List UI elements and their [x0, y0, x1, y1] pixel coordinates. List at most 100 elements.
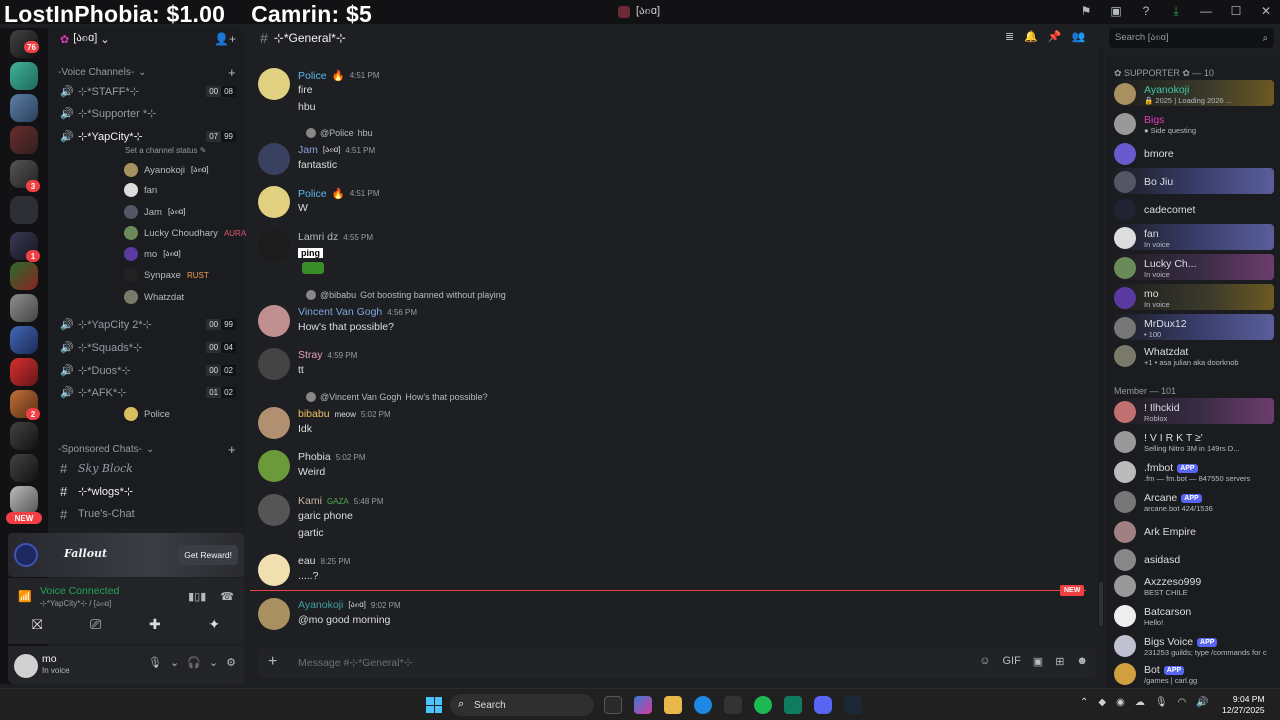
text-channel-trues-chat[interactable]: # True's-Chat [56, 504, 242, 524]
sticker-icon[interactable]: ▣ [1033, 655, 1043, 668]
avatar[interactable] [258, 554, 290, 586]
server-icon-6[interactable] [10, 262, 38, 290]
set-channel-status[interactable]: Set a channel status ✎ [125, 146, 206, 155]
server-icon-3[interactable] [10, 126, 38, 154]
member-item[interactable]: mo In voice [1112, 284, 1274, 310]
avatar[interactable] [258, 494, 290, 526]
member-item[interactable]: Bigs Voice APP 231253 guilds; type /comman… [1112, 632, 1274, 658]
avatar[interactable] [258, 186, 290, 218]
disconnect-icon[interactable]: ☎ [220, 590, 234, 603]
message-author[interactable]: eau [298, 555, 316, 567]
voice-status[interactable]: Voice Connected [40, 585, 119, 597]
get-reward-button[interactable]: Get Reward! [178, 545, 238, 565]
text-channel-wlogs[interactable]: # ⊹*wlogs*⊹ [56, 481, 242, 501]
category-voice[interactable]: -Voice Channels- ⌄ + [58, 65, 236, 80]
member-item[interactable]: .fmbot APP .fm — fm.bot — 847550 servers [1112, 458, 1274, 484]
member-item[interactable]: Batcarson Hello! [1112, 602, 1274, 628]
add-user-icon[interactable]: 👤+ [214, 32, 236, 46]
voice-channel-afk[interactable]: 🔊 ⊹*AFK*⊹ 01 02 [56, 382, 242, 402]
member-item[interactable]: bmore [1112, 140, 1274, 166]
message-input[interactable]: Message #⊹*General*⊹ [298, 657, 413, 669]
tray-app-icon[interactable]: ◉ [1116, 697, 1125, 708]
reply-preview[interactable]: @Vincent Van Gogh How's that possible? [306, 392, 488, 402]
member-item[interactable]: MrDux12 • 100 [1112, 314, 1274, 340]
sticker-ping[interactable]: ping [298, 245, 328, 279]
member-item[interactable]: Ayanokoji 🔒 2025 | Loading 2026 ... [1112, 80, 1274, 106]
headphones-icon[interactable]: 🎧 [187, 656, 201, 669]
member-item[interactable]: Whatzdat +1 • asa julian aka doorknob [1112, 342, 1274, 368]
discord-icon[interactable] [814, 696, 832, 714]
message-author[interactable]: Police [298, 188, 327, 200]
help-icon[interactable]: ? [1138, 3, 1154, 19]
screen-icon[interactable]: ▣ [1108, 3, 1124, 19]
task-view-icon[interactable] [604, 696, 622, 714]
avatar[interactable] [258, 450, 290, 482]
voice-channel-yapcity2[interactable]: 🔊 ⊹*YapCity 2*⊹ 00 99 [56, 314, 242, 334]
avatar[interactable] [258, 230, 290, 262]
chevron-down-icon[interactable]: ⌄ [209, 656, 218, 669]
voice-channel-squads[interactable]: 🔊 ⊹*Squads*⊹ 00 04 [56, 337, 242, 357]
server-icon-7[interactable] [10, 294, 38, 322]
message-author[interactable]: Police [298, 70, 327, 82]
avatar[interactable] [258, 305, 290, 337]
emoji-icon[interactable]: ☻ [1076, 655, 1088, 668]
avatar[interactable] [258, 407, 290, 439]
gif-icon[interactable]: GIF [1002, 655, 1020, 668]
microphone-icon[interactable]: 🎙 [148, 656, 162, 669]
activities-icon[interactable]: ✚ [149, 616, 161, 633]
gift-icon[interactable]: ☺ [979, 655, 990, 668]
message-author[interactable]: Phobia [298, 451, 331, 463]
member-item[interactable]: asidasd [1112, 546, 1274, 572]
server-icon-2[interactable] [10, 94, 38, 122]
member-item[interactable]: fan In voice [1112, 224, 1274, 250]
member-item[interactable]: Bo Jiu [1112, 168, 1274, 194]
voice-channel-supporter[interactable]: 🔊 ⊹*Supporter *⊹ [56, 103, 242, 123]
member-item[interactable]: Ark Empire [1112, 518, 1274, 544]
volume-icon[interactable]: 🔊 [1196, 697, 1208, 708]
close-icon[interactable]: ✕ [1258, 3, 1274, 19]
avatar[interactable] [258, 68, 290, 100]
message-author[interactable]: Kami [298, 495, 322, 507]
taskbar-search[interactable]: ⌕ Search [450, 694, 594, 716]
minimize-icon[interactable]: — [1198, 3, 1214, 19]
windows-start-icon[interactable] [426, 697, 442, 713]
member-item[interactable]: Bigs ● Side questing [1112, 110, 1274, 136]
wifi-icon[interactable]: ◠ [1178, 697, 1187, 708]
clock[interactable]: 9:04 PM 12/27/2025 [1222, 694, 1265, 716]
message-author[interactable]: Vincent Van Gogh [298, 306, 382, 318]
app-icon[interactable] [724, 696, 742, 714]
member-item[interactable]: Axzzeso999 BEST CHILE [1112, 572, 1274, 598]
avatar[interactable] [258, 143, 290, 175]
add-channel-icon[interactable]: + [228, 65, 236, 80]
waveform-icon[interactable]: ▮▯▮ [188, 590, 206, 603]
avatar[interactable] [14, 654, 38, 678]
member-item[interactable]: Bot APP/games | carl.gg [1112, 660, 1274, 686]
soundboard-icon[interactable]: ✦ [208, 616, 220, 633]
voice-channel-yapcity[interactable]: 🔊 ⊹*YapCity*⊹ 07 99 [56, 126, 242, 146]
message-author[interactable]: bibabu [298, 408, 330, 420]
screen-share-icon[interactable]: ⎚ [90, 616, 101, 633]
tray-app-icon[interactable]: ☁ [1135, 697, 1145, 708]
voice-channel-staff[interactable]: 🔊 ⊹*STAFF*⊹ 00 08 [56, 81, 242, 101]
apps-icon[interactable]: ⊞ [1055, 655, 1064, 668]
chevron-down-icon[interactable]: ⌄ [170, 656, 179, 669]
avatar[interactable] [258, 348, 290, 380]
server-folder[interactable] [10, 196, 38, 224]
tray-app-icon[interactable]: ◆ [1098, 697, 1106, 708]
settings-icon[interactable]: ⚙ [226, 656, 236, 669]
message-author[interactable]: Stray [298, 349, 323, 361]
member-item[interactable]: Arcane APP arcane.bot 424/1536 [1112, 488, 1274, 514]
member-item[interactable]: Lucky Ch... In voice [1112, 254, 1274, 280]
steam-icon[interactable] [844, 696, 862, 714]
chat-scrollbar[interactable] [1098, 48, 1104, 628]
chevron-up-icon[interactable]: ⌃ [1080, 697, 1088, 708]
server-icon-13[interactable] [10, 486, 38, 514]
avatar[interactable] [258, 598, 290, 630]
add-attachment-icon[interactable]: + [268, 653, 277, 671]
category-sponsored[interactable]: -Sponsored Chats- ⌄ + [58, 442, 236, 457]
spotify-icon[interactable] [754, 696, 772, 714]
server-icon-9[interactable] [10, 358, 38, 386]
server-icon-11[interactable] [10, 422, 38, 450]
server-header[interactable]: ✿ [ა၈ɑ] ⌄ 👤+ [48, 28, 244, 50]
voice-channel-duos[interactable]: 🔊 ⊹*Duos*⊹ 00 02 [56, 360, 242, 380]
